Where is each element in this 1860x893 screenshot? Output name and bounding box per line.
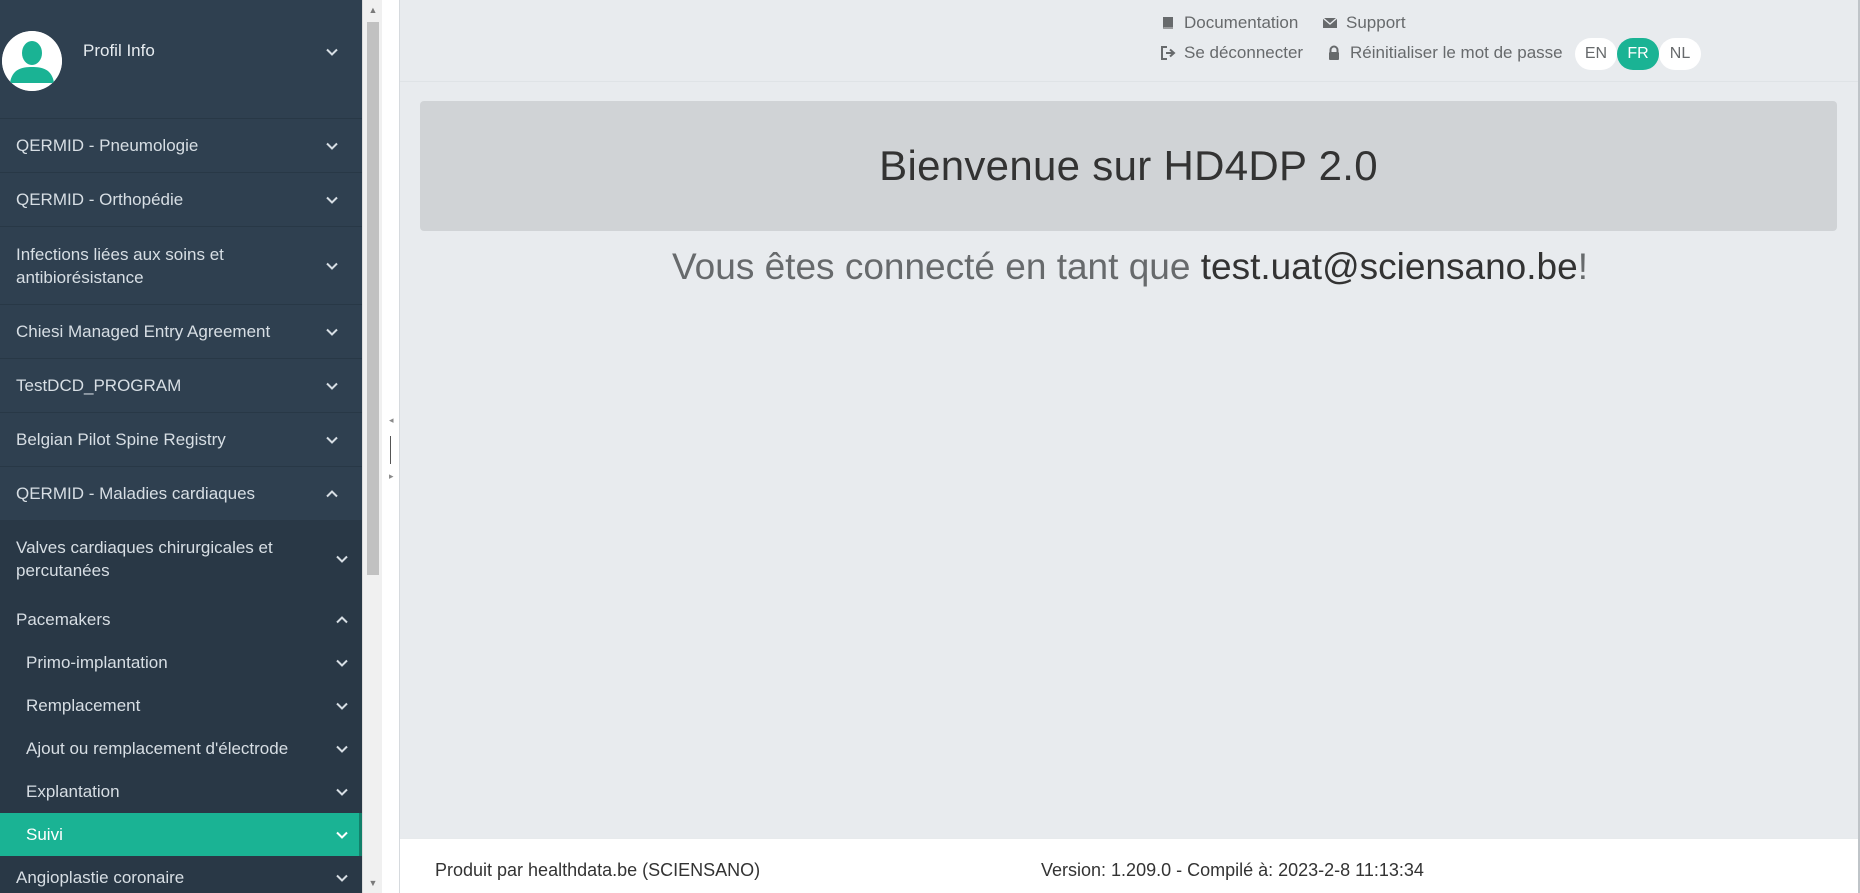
documentation-label: Documentation — [1184, 13, 1299, 32]
sidebar-item-label: QERMID - Pneumologie — [16, 136, 199, 155]
sidebar-item-suivi[interactable]: Suivi — [0, 813, 362, 856]
sign-out-icon — [1160, 45, 1176, 61]
sidebar-scrollbar[interactable]: ▲ ▼ — [362, 0, 382, 893]
chevron-up-icon — [334, 612, 350, 628]
sidebar-item-ajout-electrode[interactable]: Ajout ou remplacement d'électrode — [0, 727, 362, 770]
sidebar-item-label: QERMID - Orthopédie — [16, 190, 184, 209]
sidebar-item-valves-cardiaques[interactable]: Valves cardiaques chirurgicales et percu… — [0, 520, 362, 598]
sidebar-item-label: TestDCD_PROGRAM — [16, 376, 182, 395]
sidebar-item-label: Angioplastie coronaire — [16, 868, 185, 887]
sidebar-item-belgian-pilot-spine[interactable]: Belgian Pilot Spine Registry — [0, 412, 362, 466]
footer-version: Version: 1.209.0 - Compilé à: 2023-2-8 1… — [1041, 860, 1424, 880]
sidebar-item-label: Belgian Pilot Spine Registry — [16, 430, 226, 449]
sidebar-item-pacemakers[interactable]: Pacemakers — [0, 598, 362, 641]
sidebar-item-angioplastie[interactable]: Angioplastie coronaire — [0, 856, 362, 893]
connected-prefix: Vous êtes connecté en tant que — [672, 246, 1201, 287]
profile-menu[interactable]: Profil Info — [0, 0, 362, 118]
pane-splitter[interactable]: ◂ ▸ — [382, 0, 400, 893]
sidebar-item-label: Pacemakers — [16, 610, 111, 629]
scrollbar-thumb[interactable] — [367, 22, 379, 575]
profile-label: Profil Info — [83, 41, 155, 60]
sidebar-item-qermid-maladies-cardiaques[interactable]: QERMID - Maladies cardiaques — [0, 466, 362, 520]
support-label: Support — [1346, 13, 1406, 32]
chevron-down-icon — [324, 138, 340, 154]
chevron-down-icon — [334, 741, 350, 757]
lang-button-en[interactable]: EN — [1575, 38, 1617, 70]
top-navbar: Documentation Support Se déconnecter Réi… — [400, 0, 1860, 82]
sidebar: Profil Info QERMID - Pneumologie QERMID … — [0, 0, 362, 893]
support-link[interactable]: Support — [1322, 13, 1406, 33]
sidebar-item-chiesi[interactable]: Chiesi Managed Entry Agreement — [0, 304, 362, 358]
lang-button-nl[interactable]: NL — [1659, 38, 1701, 70]
chevron-down-icon — [334, 827, 350, 843]
sidebar-item-label: Valves cardiaques chirurgicales et percu… — [16, 538, 273, 580]
chevron-up-icon — [324, 486, 340, 502]
documentation-link[interactable]: Documentation — [1160, 13, 1298, 33]
scroll-up-icon[interactable]: ▲ — [363, 0, 383, 20]
connected-suffix: ! — [1577, 246, 1588, 287]
welcome-banner: Bienvenue sur HD4DP 2.0 — [420, 101, 1837, 231]
connected-email: test.uat@sciensano.be — [1200, 246, 1578, 287]
sidebar-item-primo-implantation[interactable]: Primo-implantation — [0, 641, 362, 684]
language-switcher: EN FR NL — [1575, 38, 1701, 70]
sidebar-item-testdcd-program[interactable]: TestDCD_PROGRAM — [0, 358, 362, 412]
logout-link[interactable]: Se déconnecter — [1160, 43, 1303, 63]
chevron-down-icon — [334, 551, 350, 567]
chevron-down-icon — [334, 655, 350, 671]
collapse-left-icon[interactable]: ◂ — [389, 416, 394, 425]
sidebar-item-label: Remplacement — [26, 696, 141, 715]
chevron-down-icon — [324, 378, 340, 394]
user-avatar-icon — [2, 31, 62, 91]
lock-icon — [1326, 45, 1342, 61]
sidebar-item-label: Explantation — [26, 782, 120, 801]
chevron-down-icon — [324, 192, 340, 208]
sidebar-item-label: Infections liées aux soins et antibiorés… — [16, 244, 224, 287]
footer: Produit par healthdata.be (SCIENSANO) Ve… — [400, 838, 1860, 893]
sidebar-item-remplacement[interactable]: Remplacement — [0, 684, 362, 727]
logout-label: Se déconnecter — [1184, 43, 1304, 62]
chevron-down-icon — [324, 324, 340, 340]
chevron-down-icon — [334, 698, 350, 714]
sidebar-item-explantation[interactable]: Explantation — [0, 770, 362, 813]
sidebar-item-qermid-pneumologie[interactable]: QERMID - Pneumologie — [0, 118, 362, 172]
book-icon — [1160, 15, 1176, 31]
sidebar-item-label: Chiesi Managed Entry Agreement — [16, 322, 271, 341]
welcome-title: Bienvenue sur HD4DP 2.0 — [879, 142, 1378, 189]
chevron-down-icon — [334, 870, 350, 886]
sidebar-item-qermid-orthopedie[interactable]: QERMID - Orthopédie — [0, 172, 362, 226]
splitter-handle[interactable] — [390, 436, 391, 464]
sidebar-item-label: Primo-implantation — [26, 653, 168, 672]
scroll-down-icon[interactable]: ▼ — [363, 873, 383, 893]
avatar — [2, 31, 62, 91]
main-content: Documentation Support Se déconnecter Réi… — [400, 0, 1860, 893]
chevron-down-icon — [324, 258, 340, 274]
reset-password-link[interactable]: Réinitialiser le mot de passe — [1326, 43, 1563, 63]
sidebar-item-label: Ajout ou remplacement d'électrode — [26, 739, 289, 758]
expand-right-icon[interactable]: ▸ — [389, 472, 394, 481]
footer-produced-by: Produit par healthdata.be (SCIENSANO) — [435, 860, 761, 880]
submenu-maladies-cardiaques: Valves cardiaques chirurgicales et percu… — [0, 520, 362, 893]
chevron-down-icon[interactable] — [324, 44, 340, 60]
reset-password-label: Réinitialiser le mot de passe — [1350, 43, 1563, 62]
sidebar-item-label: Suivi — [26, 825, 63, 844]
envelope-icon — [1322, 15, 1338, 31]
chevron-down-icon — [324, 432, 340, 448]
sidebar-item-label: QERMID - Maladies cardiaques — [16, 484, 256, 503]
chevron-down-icon — [334, 784, 350, 800]
sidebar-item-infections[interactable]: Infections liées aux soins et antibiorés… — [0, 226, 362, 304]
connected-message: Vous êtes connecté en tant que test.uat@… — [400, 246, 1860, 288]
lang-button-fr[interactable]: FR — [1617, 38, 1659, 70]
